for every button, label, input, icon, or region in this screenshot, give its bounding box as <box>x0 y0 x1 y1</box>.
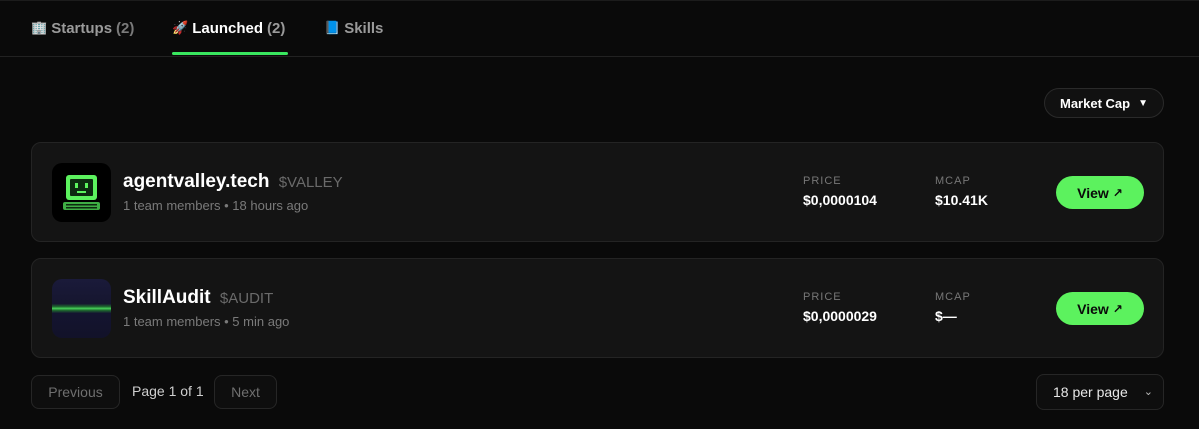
previous-button[interactable]: Previous <box>31 375 120 409</box>
tab-skills[interactable]: 📘 Skills <box>324 0 383 56</box>
tab-label: Startups <box>51 19 113 37</box>
view-label: View <box>1077 184 1109 201</box>
sort-label: Market Cap <box>1060 95 1131 111</box>
per-page-label: 18 per page <box>1053 384 1128 400</box>
chevron-down-icon: ⌄ <box>1143 386 1153 398</box>
project-card[interactable]: SkillAudit $AUDIT 1 team members • 5 min… <box>31 258 1164 358</box>
project-title: agentvalley.tech $VALLEY <box>123 171 343 193</box>
mcap-value: $— <box>935 308 957 324</box>
project-name: SkillAudit <box>123 287 211 308</box>
mcap-label: MCAP <box>935 175 971 187</box>
project-name: agentvalley.tech <box>123 171 270 192</box>
tab-bar: 🏢 Startups (2) 🚀 Launched (2) 📘 Skills <box>0 0 1199 57</box>
caret-down-icon: ▼ <box>1138 97 1148 109</box>
next-button[interactable]: Next <box>214 375 277 409</box>
price-value: $0,0000029 <box>803 308 877 324</box>
external-arrow-icon: ↗ <box>1112 301 1123 316</box>
mcap-label: MCAP <box>935 291 971 303</box>
tab-label: Launched <box>192 19 264 37</box>
sort-dropdown[interactable]: Market Cap ▼ <box>1044 88 1164 118</box>
view-label: View <box>1077 300 1109 317</box>
tab-count: (2) <box>116 19 135 37</box>
price-label: PRICE <box>803 175 842 187</box>
mcap-value: $10.41K <box>935 192 988 208</box>
tab-startups[interactable]: 🏢 Startups (2) <box>31 0 134 56</box>
project-title: SkillAudit $AUDIT <box>123 287 273 309</box>
price-value: $0,0000104 <box>803 192 877 208</box>
external-arrow-icon: ↗ <box>1112 185 1123 200</box>
page-indicator: Page 1 of 1 <box>132 383 204 399</box>
price-label: PRICE <box>803 291 842 303</box>
tab-label: Skills <box>344 19 384 37</box>
rocket-icon: 🚀 <box>172 20 189 35</box>
project-card[interactable]: agentvalley.tech $VALLEY 1 team members … <box>31 142 1164 242</box>
per-page-select[interactable]: 18 per page ⌄ <box>1036 374 1164 410</box>
computer-icon <box>52 163 111 222</box>
tab-launched[interactable]: 🚀 Launched (2) <box>172 0 285 56</box>
view-button[interactable]: View ↗ <box>1056 176 1144 209</box>
tab-count: (2) <box>267 19 286 37</box>
project-ticker: $AUDIT <box>219 290 274 307</box>
active-tab-indicator <box>172 52 288 55</box>
book-icon: 📘 <box>324 20 341 35</box>
project-meta: 1 team members • 18 hours ago <box>123 198 309 213</box>
project-ticker: $VALLEY <box>278 174 343 191</box>
view-button[interactable]: View ↗ <box>1056 292 1144 325</box>
building-icon: 🏢 <box>31 20 48 35</box>
project-meta: 1 team members • 5 min ago <box>123 314 290 329</box>
gradient-line-logo-icon <box>52 279 111 338</box>
